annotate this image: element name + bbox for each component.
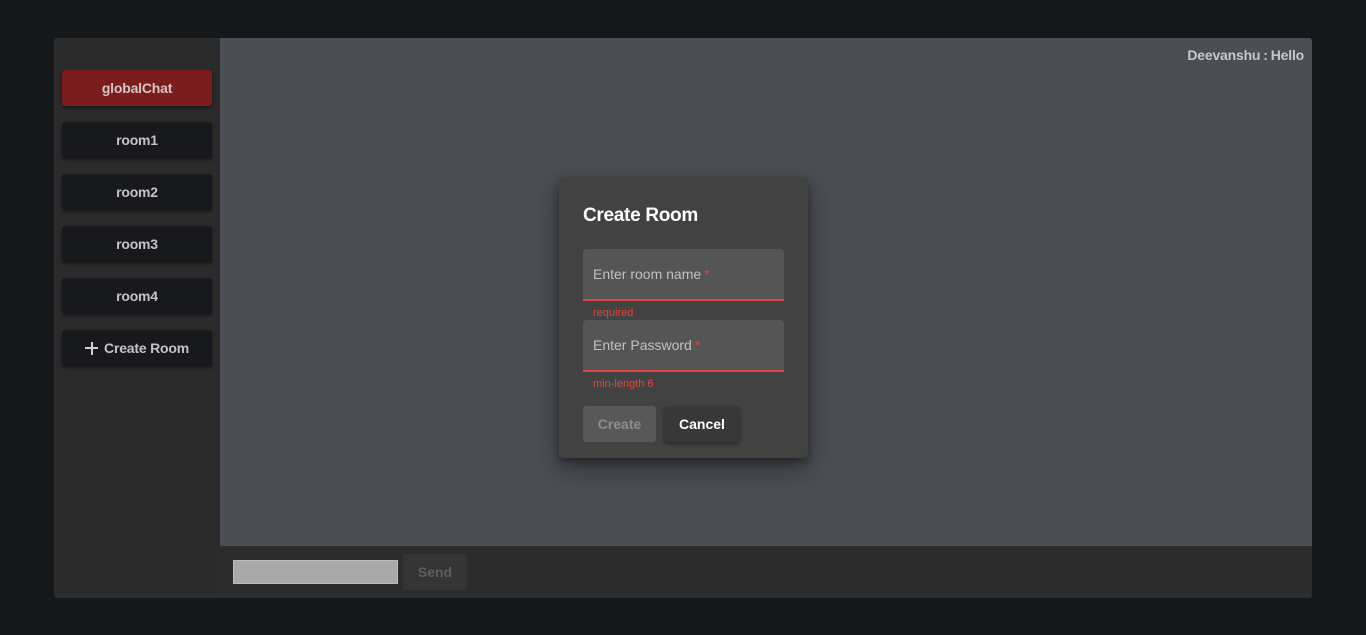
message-composer: Send <box>220 546 1312 598</box>
message-text: Hello <box>1270 47 1304 63</box>
cancel-button[interactable]: Cancel <box>664 406 740 442</box>
room-button-globalchat[interactable]: globalChat <box>62 70 212 106</box>
create-room-label: Create Room <box>104 340 189 356</box>
room-button-room1[interactable]: room1 <box>62 122 212 158</box>
required-marker: * <box>704 266 710 282</box>
password-field[interactable]: Enter Password * <box>583 320 784 372</box>
create-room-button[interactable]: Create Room <box>62 330 212 366</box>
message-user: Deevanshu <box>1187 47 1261 63</box>
password-label: Enter Password * <box>593 337 701 353</box>
room-name-field[interactable]: Enter room name * <box>583 249 784 301</box>
plus-icon <box>85 341 99 355</box>
room-name-error: required <box>593 307 634 319</box>
message-input[interactable] <box>233 560 398 584</box>
room-button-room3[interactable]: room3 <box>62 226 212 262</box>
room-label: room4 <box>116 288 158 304</box>
room-sidebar: globalChat room1 room2 room3 room4 Creat… <box>54 38 220 598</box>
create-button[interactable]: Create <box>583 406 656 442</box>
chat-message: Deevanshu: Hello <box>1187 47 1304 63</box>
dialog-title: Create Room <box>583 205 698 226</box>
required-marker: * <box>694 337 701 353</box>
room-button-room4[interactable]: room4 <box>62 278 212 314</box>
password-error: min-length 6 <box>593 378 654 390</box>
room-label: room3 <box>116 236 158 252</box>
room-label: room1 <box>116 132 158 148</box>
room-label: globalChat <box>101 80 173 96</box>
room-name-label: Enter room name * <box>593 266 710 282</box>
room-label: room2 <box>116 184 158 200</box>
send-button[interactable]: Send <box>403 554 467 590</box>
create-room-dialog: Create Room Enter room name * required En… <box>559 177 808 458</box>
message-separator: : <box>1263 47 1268 63</box>
room-button-room2[interactable]: room2 <box>62 174 212 210</box>
